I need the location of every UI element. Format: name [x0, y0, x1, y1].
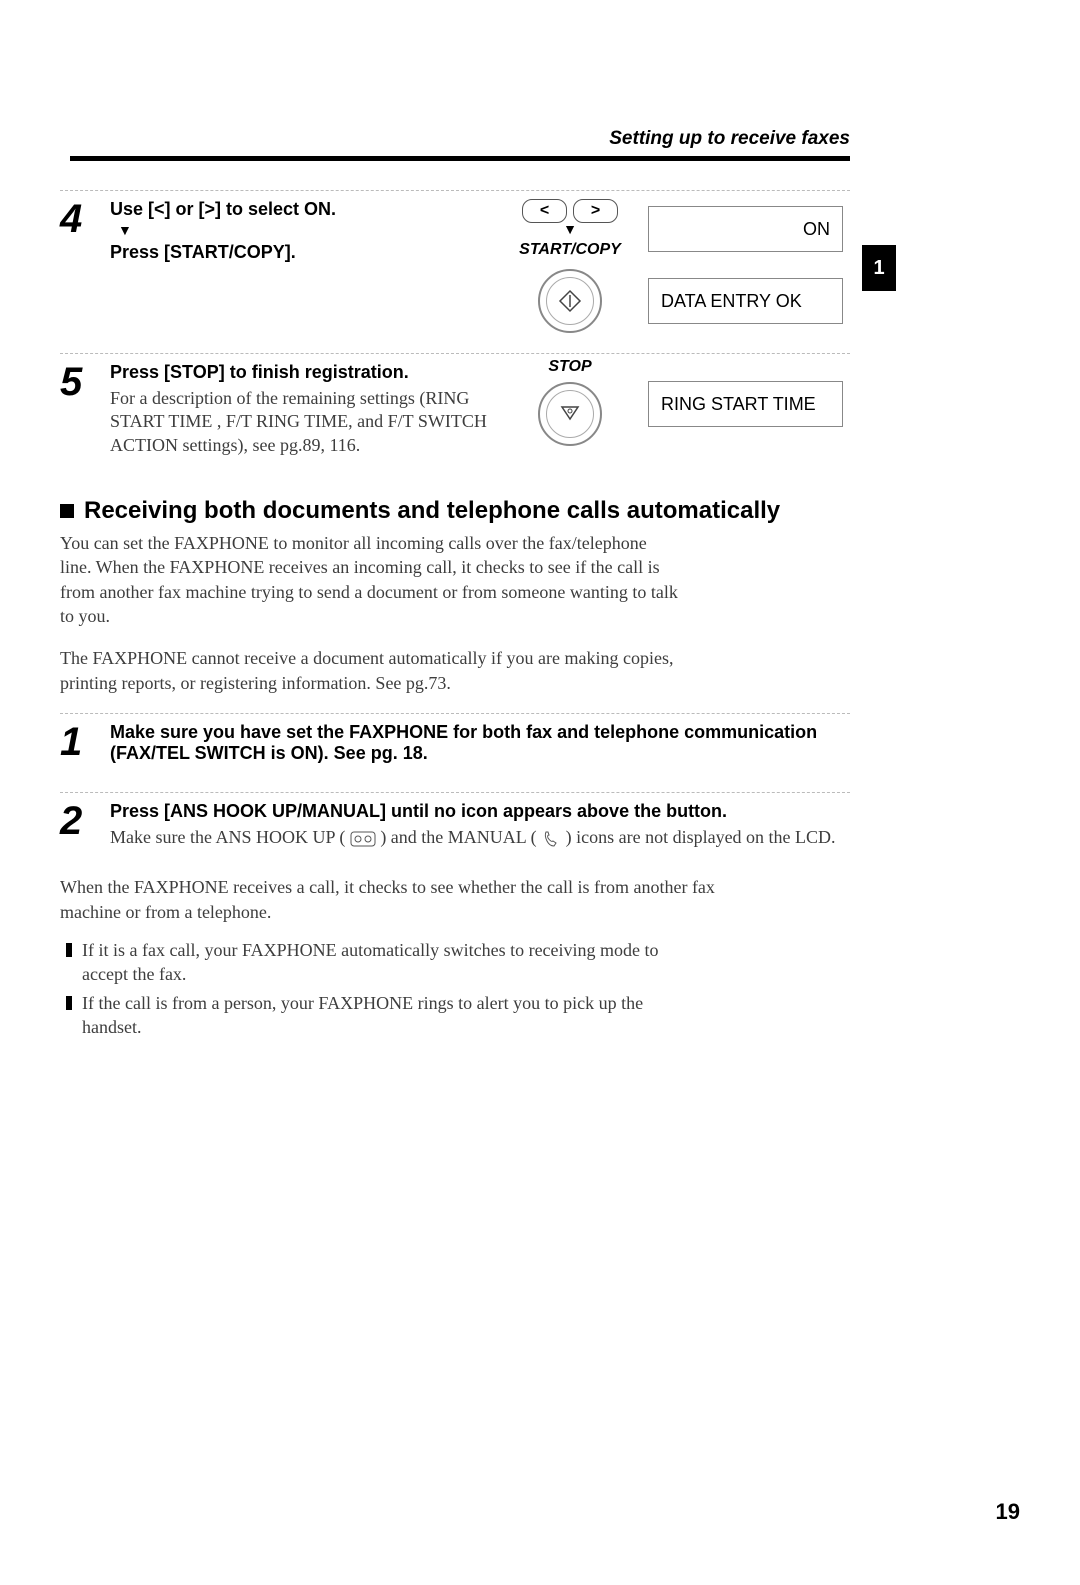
- bullet-list: If it is a fax call, your FAXPHONE autom…: [66, 938, 686, 1039]
- lcd-display: RING START TIME: [648, 381, 843, 427]
- lcd-display: DATA ENTRY OK: [648, 278, 843, 324]
- step-instruction: Press [START/COPY].: [110, 242, 498, 263]
- handset-icon: [541, 829, 561, 849]
- stop-button: [538, 382, 602, 446]
- step-number: 5: [60, 362, 110, 457]
- section-paragraph: You can set the FAXPHONE to monitor all …: [60, 531, 680, 628]
- header-rule: [70, 156, 850, 161]
- chapter-tab: 1: [862, 245, 896, 291]
- section-heading: Receiving both documents and telephone c…: [60, 497, 850, 525]
- prev-button: <: [522, 199, 567, 223]
- section-heading-text: Receiving both documents and telephone c…: [84, 497, 780, 525]
- closing-paragraph: When the FAXPHONE receives a call, it ch…: [60, 875, 740, 924]
- step-description: For a description of the remaining setti…: [110, 387, 498, 457]
- page-header-title: Setting up to receive faxes: [609, 128, 850, 150]
- step-instruction: Press [STOP] to finish registration.: [110, 362, 498, 383]
- step-description: Make sure the ANS HOOK UP ( ) and the MA…: [110, 826, 838, 849]
- step-5: 5 Press [STOP] to finish registration. F…: [60, 353, 850, 457]
- stop-label: STOP: [510, 358, 630, 376]
- arrow-down-icon: ▼: [118, 224, 498, 240]
- next-button: >: [573, 199, 618, 223]
- main-content: 4 Use [<] or [>] to select ON. ▼ Press […: [60, 190, 850, 1043]
- step-4: 4 Use [<] or [>] to select ON. ▼ Press […: [60, 190, 850, 333]
- step-b1: 1 Make sure you have set the FAXPHONE fo…: [60, 713, 850, 768]
- step-number: 2: [60, 801, 110, 849]
- list-item: If it is a fax call, your FAXPHONE autom…: [66, 938, 686, 987]
- step-instruction: Use [<] or [>] to select ON.: [110, 199, 498, 220]
- start-copy-button: [538, 269, 602, 333]
- step-instruction: Press [ANS HOOK UP/MANUAL] until no icon…: [110, 801, 838, 822]
- page-number: 19: [996, 1499, 1020, 1525]
- start-copy-label: START/COPY: [510, 241, 630, 259]
- tape-icon: [350, 831, 376, 847]
- stop-triangle-icon: [559, 403, 581, 425]
- list-item: If the call is from a person, your FAXPH…: [66, 991, 686, 1040]
- step-b2: 2 Press [ANS HOOK UP/MANUAL] until no ic…: [60, 792, 850, 849]
- lcd-display: ON: [648, 206, 843, 252]
- arrow-down-icon: ▼: [510, 223, 630, 239]
- step-number: 1: [60, 722, 110, 768]
- step-number: 4: [60, 199, 110, 333]
- step-instruction: Make sure you have set the FAXPHONE for …: [110, 722, 838, 764]
- section-paragraph: The FAXPHONE cannot receive a document a…: [60, 646, 680, 695]
- diamond-icon: [557, 288, 583, 314]
